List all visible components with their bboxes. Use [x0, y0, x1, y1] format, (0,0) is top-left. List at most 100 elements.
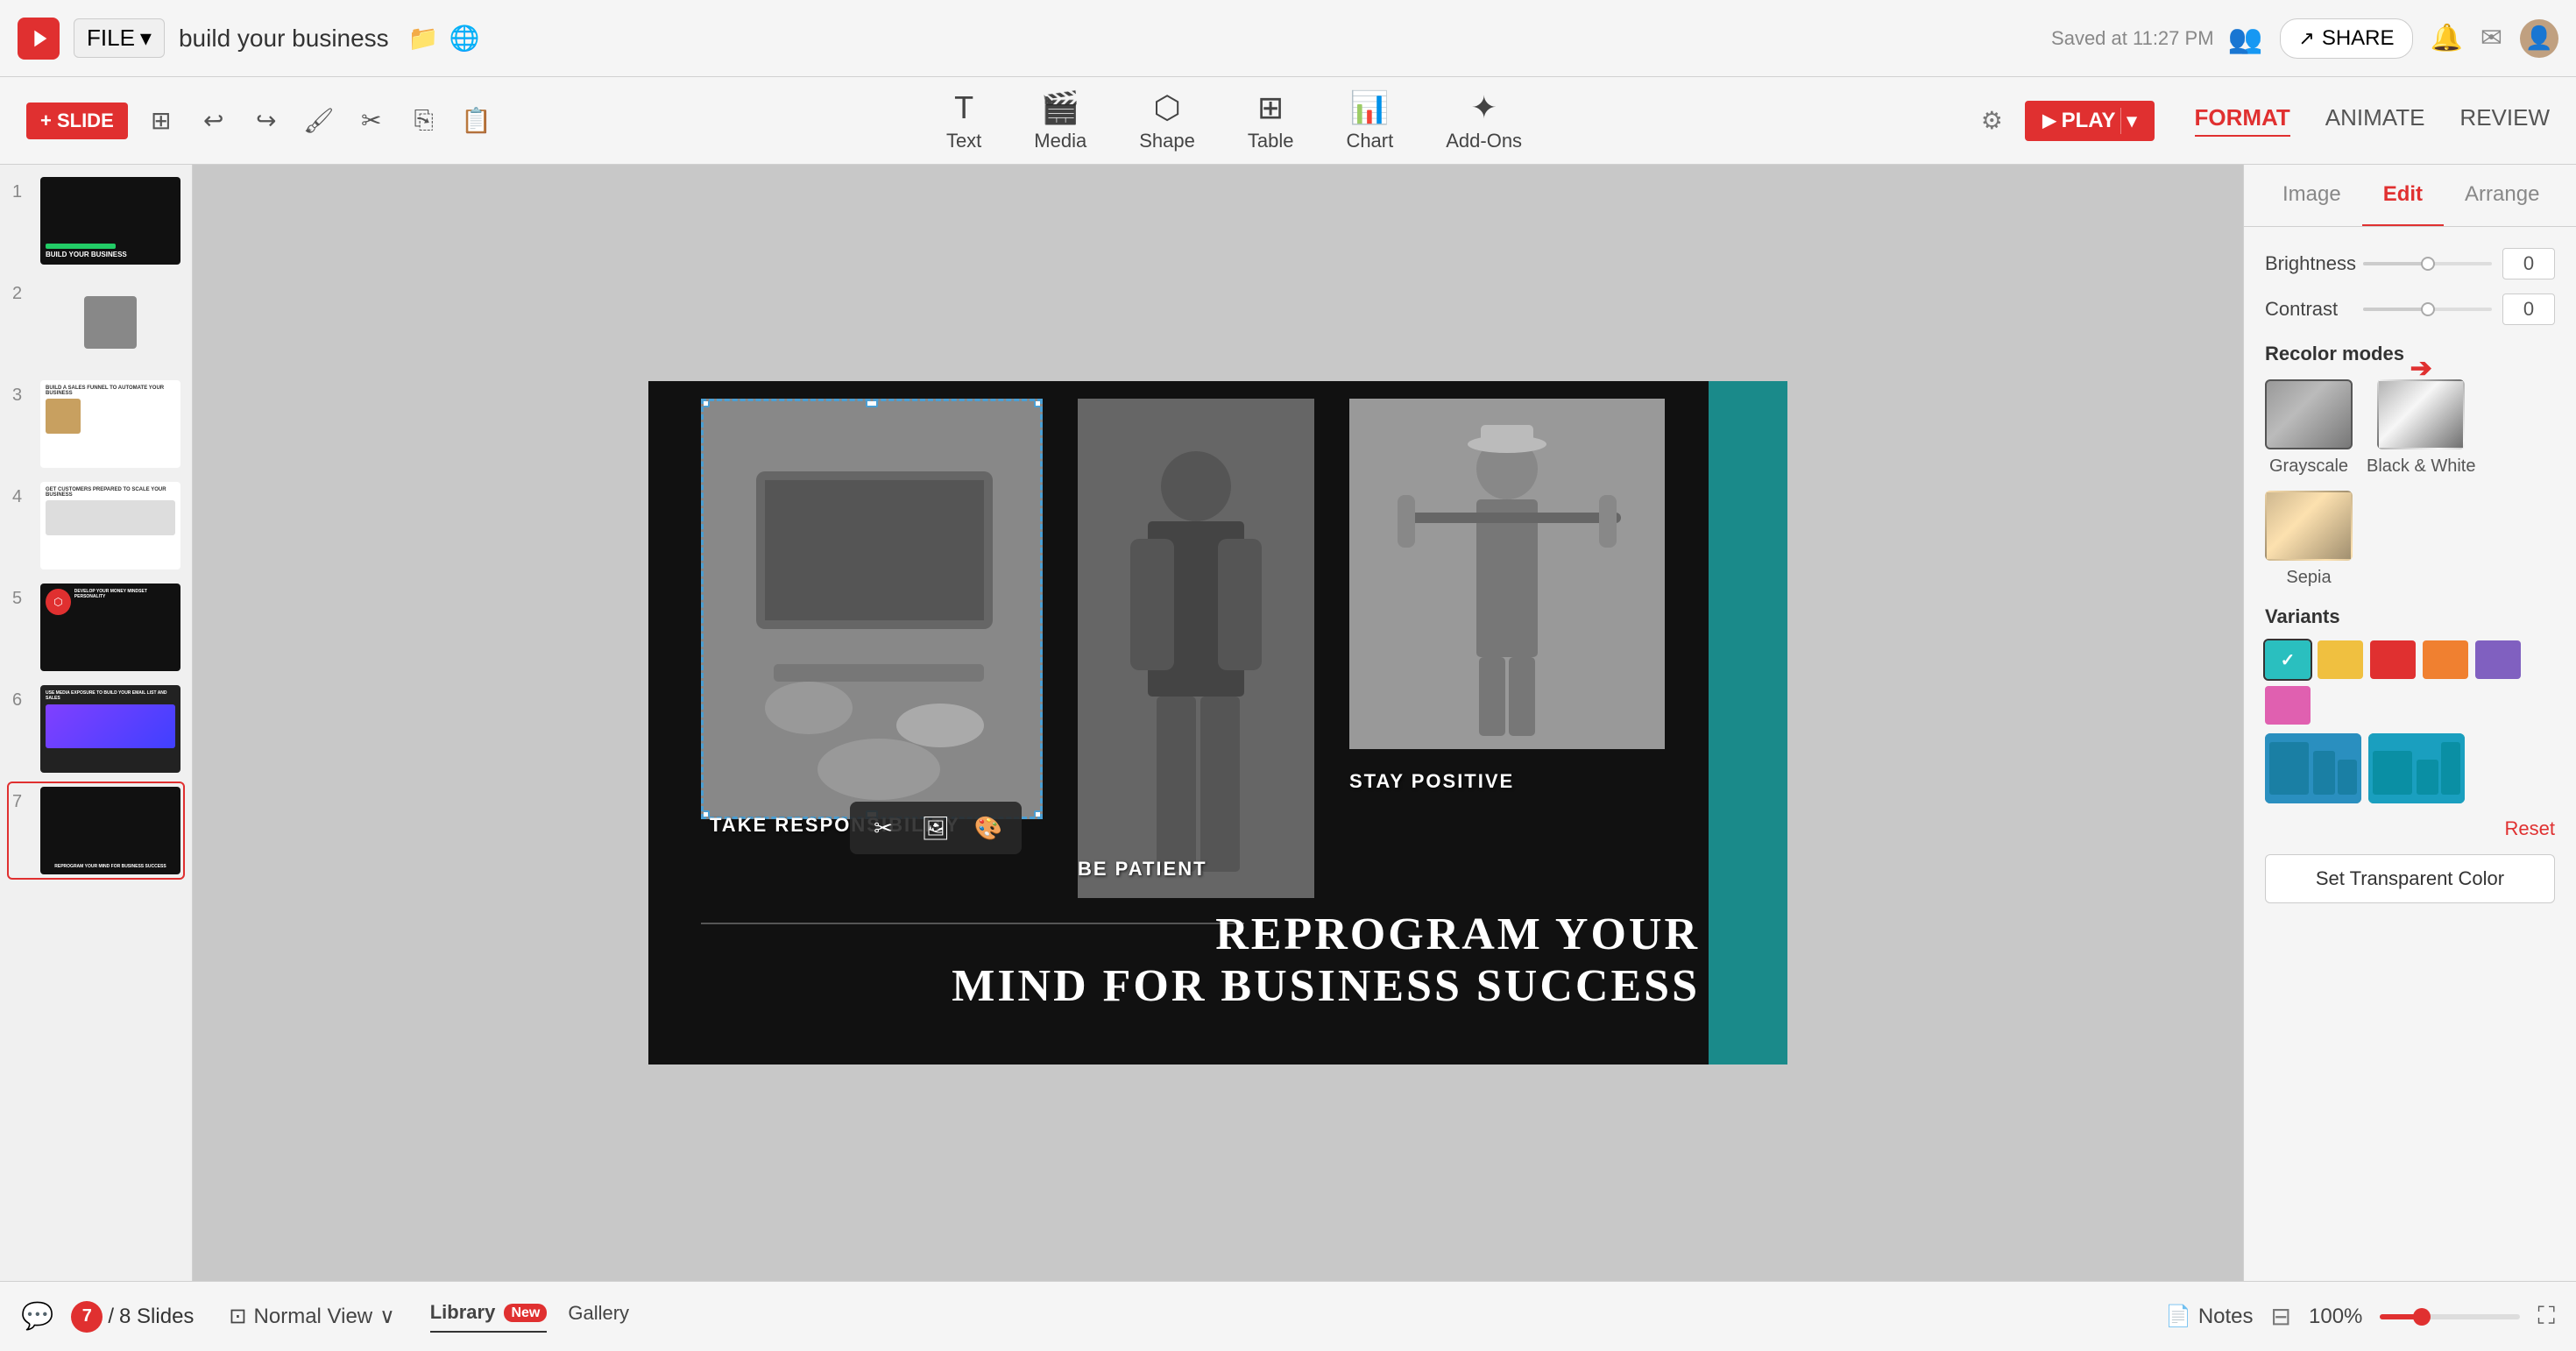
recolor-grayscale[interactable]: Grayscale [2265, 379, 2353, 477]
panel-tabs: Image Edit Arrange [2244, 165, 2576, 227]
resize-handle-tl[interactable] [701, 399, 710, 407]
variant-color-teal[interactable]: ✓ [2265, 640, 2311, 679]
zoom-slider[interactable] [2380, 1314, 2520, 1319]
format-button[interactable]: FORMAT [2195, 104, 2290, 137]
set-transparent-button[interactable]: Set Transparent Color [2265, 854, 2555, 903]
title-icons: 📁 🌐 [408, 24, 480, 53]
reset-button[interactable]: Reset [2265, 817, 2555, 840]
slide-thumb-7[interactable]: 7 REPROGRAM YOUR MIND FOR BUSINESS SUCCE… [9, 783, 183, 878]
grid-view-button[interactable]: ⊞ [142, 102, 180, 140]
crop-button[interactable]: ✂ [864, 809, 902, 847]
file-menu-button[interactable]: FILE ▾ [74, 18, 165, 58]
contrast-slider[interactable] [2363, 308, 2492, 311]
caption-be-patient: BE PATIENT [1078, 858, 1207, 881]
notification-icon[interactable]: 🔔 [2431, 23, 2463, 53]
gallery-tab[interactable]: Gallery [568, 1302, 629, 1332]
bw-thumb [2377, 379, 2465, 449]
table-tool[interactable]: ⊞ Table [1248, 89, 1294, 152]
copy-button[interactable]: ⎘ [405, 102, 443, 140]
fullscreen-button[interactable]: ⛶ [2537, 1302, 2555, 1331]
collaborators-icon[interactable]: 👥 [2228, 22, 2263, 55]
shape-tool[interactable]: ⬡ Shape [1139, 89, 1195, 152]
file-dropdown-icon: ▾ [140, 25, 152, 52]
play-divider [2120, 108, 2121, 134]
brightness-value[interactable]: 0 [2502, 248, 2555, 279]
chat-icon[interactable]: 💬 [21, 1301, 53, 1332]
folder-icon[interactable]: 📁 [408, 24, 439, 53]
resize-handle-tm[interactable] [866, 399, 878, 407]
app-logo[interactable] [18, 18, 60, 60]
total-slides: 8 Slides [119, 1305, 194, 1329]
resize-handle-bl[interactable] [701, 810, 710, 819]
view-mode-button[interactable]: ⊡ Normal View ∨ [229, 1304, 394, 1329]
toolbar-center: T Text 🎬 Media ⬡ Shape ⊞ Table 📊 Chart ✦… [496, 89, 1973, 152]
scissors-button[interactable]: ✂ [352, 102, 391, 140]
media-tool[interactable]: 🎬 Media [1034, 89, 1086, 152]
review-button[interactable]: REVIEW [2459, 104, 2550, 137]
image-filter-button[interactable]: 🎨 [969, 809, 1008, 847]
slide-thumb-2[interactable]: 2 [9, 275, 183, 370]
redo-button[interactable]: ↪ [247, 102, 286, 140]
replace-image-button[interactable]: 🖼 [916, 809, 955, 847]
brightness-slider[interactable] [2363, 262, 2492, 265]
zoom-level-label: 100% [2309, 1305, 2362, 1329]
variant-thumb-2[interactable] [2368, 733, 2465, 803]
recolor-bw[interactable]: Black & White ➔ [2367, 379, 2475, 477]
slide-thumb-4[interactable]: 4 GET CUSTOMERS PREPARED TO SCALE YOUR B… [9, 478, 183, 573]
settings-button[interactable]: ⚙ [1972, 102, 2011, 140]
variant-color-pink[interactable] [2265, 686, 2311, 725]
contrast-row: Contrast 0 [2265, 294, 2555, 325]
bw-label: Black & White [2367, 456, 2475, 477]
slide-img-7: REPROGRAM YOUR MIND FOR BUSINESS SUCCESS [40, 787, 180, 874]
play-button[interactable]: ▶ PLAY ▾ [2025, 101, 2154, 141]
undo-button[interactable]: ↩ [195, 102, 233, 140]
sepia-thumb [2265, 491, 2353, 561]
main-toolbar: + SLIDE ⊞ ↩ ↪ 🖌 ✂ ⎘ 📋 T Text 🎬 Media ⬡ S… [0, 77, 2576, 165]
file-label: FILE [87, 25, 135, 52]
caption-stay-positive: STAY POSITIVE [1349, 770, 1514, 793]
addons-tool[interactable]: ✦ Add-Ons [1446, 89, 1522, 152]
user-avatar[interactable]: 👤 [2520, 19, 2558, 58]
recolor-sepia[interactable]: Sepia [2265, 491, 2353, 588]
tab-image[interactable]: Image [2261, 165, 2362, 226]
text-tool[interactable]: T Text [946, 89, 981, 152]
play-dropdown-icon[interactable]: ▾ [2127, 110, 2136, 132]
paste-button[interactable]: 📋 [457, 102, 496, 140]
slide-thumb-5[interactable]: 5 ⬡ DEVELOP YOUR MONEY MINDSET PERSONALI… [9, 580, 183, 675]
animate-button[interactable]: ANIMATE [2325, 104, 2425, 137]
sepia-label: Sepia [2286, 568, 2331, 588]
resize-handle-tr[interactable] [1034, 399, 1043, 407]
toolbar-left: + SLIDE ⊞ ↩ ↪ 🖌 ✂ ⎘ 📋 [26, 102, 496, 140]
slide-thumb-1[interactable]: 1 BUILD YOUR BUSINESS [9, 173, 183, 268]
share-button[interactable]: ↗ SHARE [2280, 18, 2412, 59]
slide-num-7: 7 [12, 792, 33, 812]
right-image[interactable] [1349, 399, 1665, 749]
resize-handle-br[interactable] [1034, 810, 1043, 819]
mail-icon[interactable]: ✉ [2480, 23, 2502, 53]
tab-arrange[interactable]: Arrange [2444, 165, 2560, 226]
library-tab[interactable]: Library New [430, 1301, 548, 1333]
bottom-text: REPROGRAM YOUR MIND FOR BUSINESS SUCCESS [952, 909, 1700, 1012]
format-paint-button[interactable]: 🖌 [300, 102, 338, 140]
variant-thumb-1[interactable] [2265, 733, 2361, 803]
canvas-area[interactable]: ↺ 🖼 [193, 165, 2243, 1281]
globe-icon[interactable]: 🌐 [449, 24, 480, 53]
bottom-text-line2: MIND FOR BUSINESS SUCCESS [952, 960, 1700, 1012]
slide-thumb-3[interactable]: 3 BUILD A SALES FUNNEL TO AUTOMATE YOUR … [9, 377, 183, 471]
document-title: build your business [179, 25, 389, 53]
chart-tool[interactable]: 📊 Chart [1346, 89, 1393, 152]
variant-color-orange[interactable] [2423, 640, 2468, 679]
variant-color-purple[interactable] [2475, 640, 2521, 679]
tab-edit[interactable]: Edit [2362, 165, 2444, 226]
grid-layout-icon[interactable]: ⊟ [2271, 1302, 2291, 1331]
add-slide-button[interactable]: + SLIDE [26, 103, 128, 139]
slide-img-3: BUILD A SALES FUNNEL TO AUTOMATE YOUR BU… [40, 380, 180, 468]
notes-button[interactable]: 📄 Notes [2165, 1304, 2254, 1329]
contrast-value[interactable]: 0 [2502, 294, 2555, 325]
variant-color-yellow[interactable] [2318, 640, 2363, 679]
center-image[interactable] [1078, 399, 1314, 898]
variant-color-red[interactable] [2370, 640, 2416, 679]
left-image[interactable]: ↺ 🖼 [701, 399, 1043, 819]
slide-canvas[interactable]: ↺ 🖼 [648, 381, 1787, 1065]
slide-thumb-6[interactable]: 6 USE MEDIA EXPOSURE TO BUILD YOUR EMAIL… [9, 682, 183, 776]
